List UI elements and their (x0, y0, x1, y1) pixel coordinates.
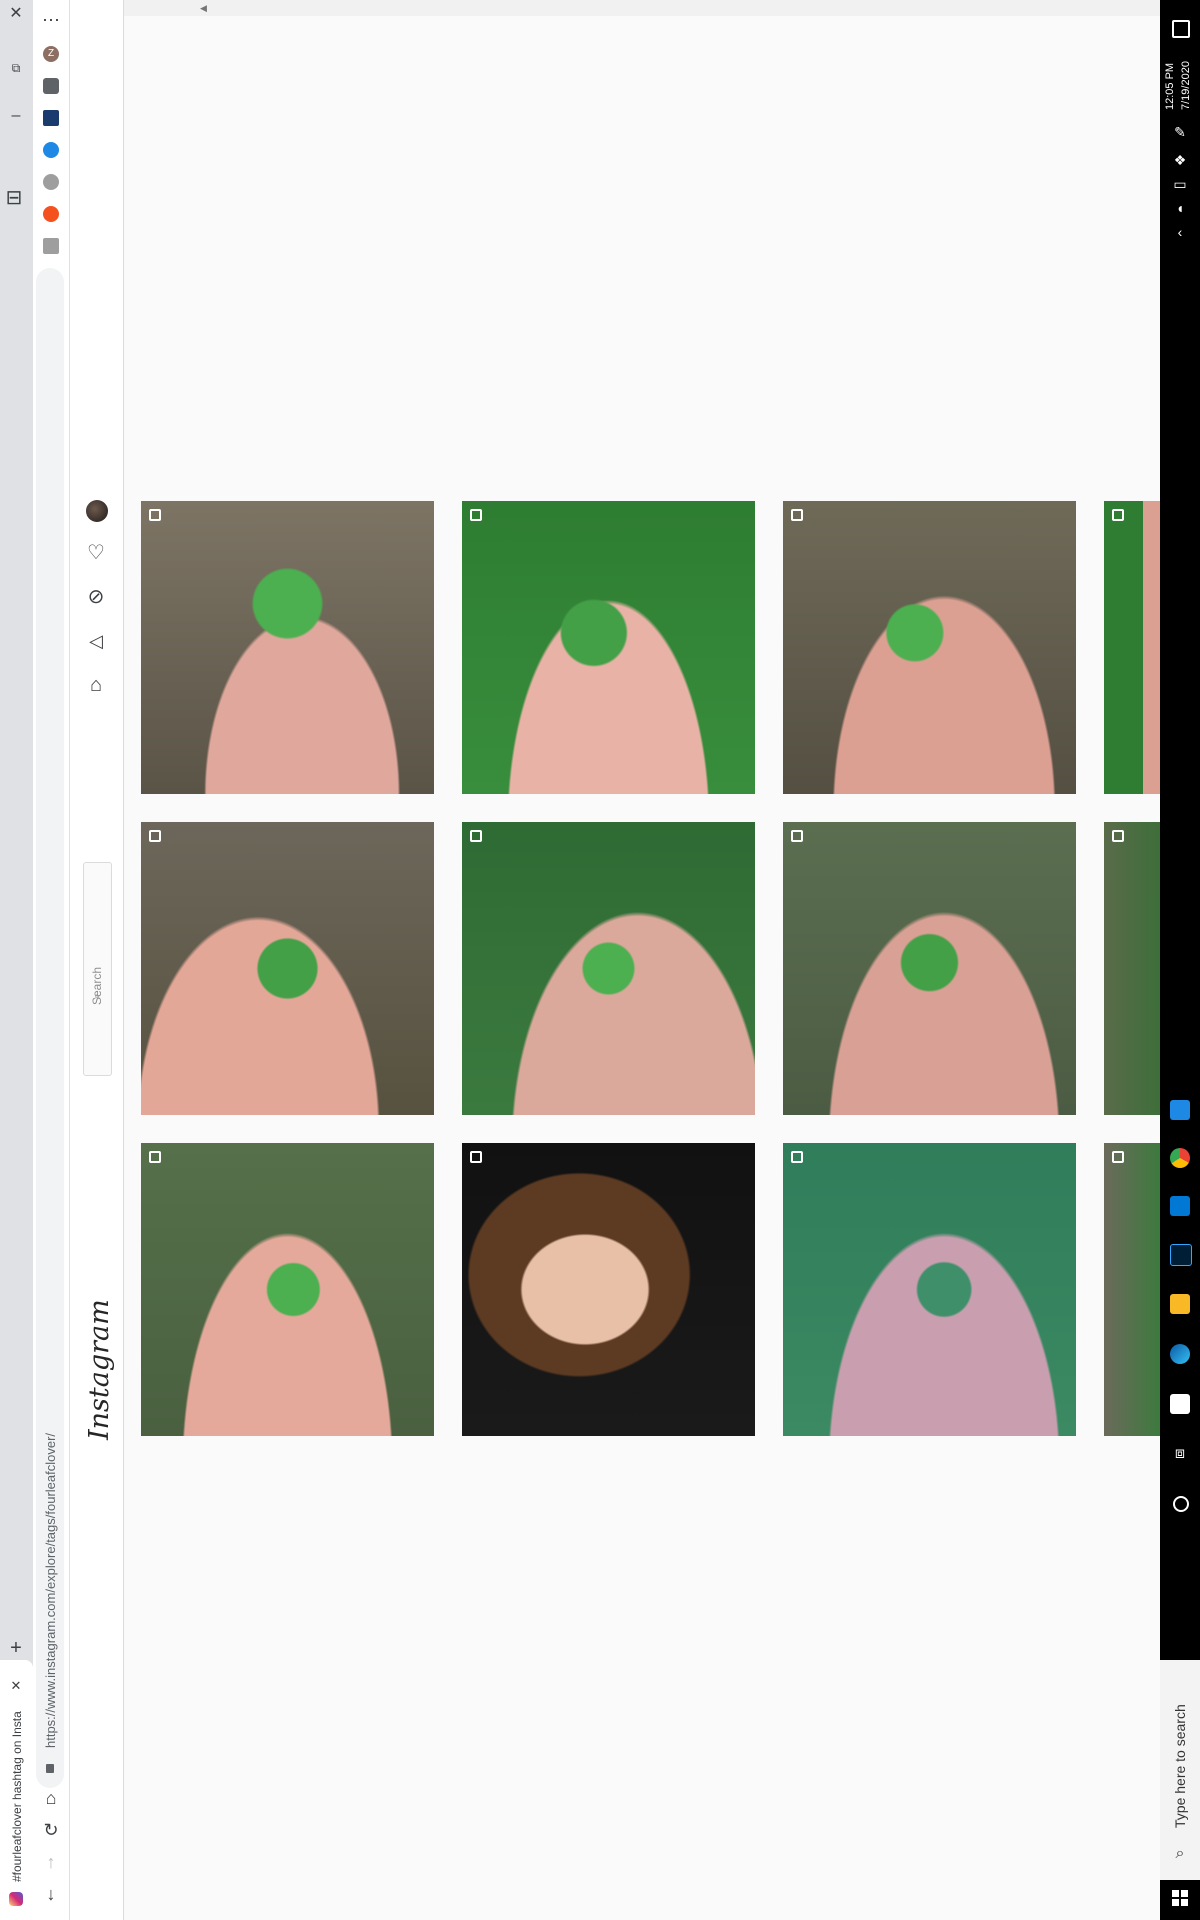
task-view-icon[interactable]: ⧈ (1170, 1446, 1190, 1462)
multiple-posts-icon (1112, 830, 1124, 842)
instagram-logo[interactable]: Instagram (84, 1299, 115, 1440)
clock-time[interactable]: 12:05 PM (1164, 63, 1176, 110)
chrome-icon[interactable] (1170, 1148, 1190, 1168)
extension-grey-circle-icon[interactable] (43, 174, 59, 190)
windows-taskbar: 12:05 PM 7/19/2020 ✎ ❖ ▭ ◖ ‹ ⧈ Type here… (1160, 0, 1200, 1920)
search-icon: ⌕ (1175, 1845, 1185, 1862)
multiple-posts-icon (149, 1151, 161, 1163)
home-icon[interactable]: ⌂ (41, 1789, 61, 1807)
taskbar-search-box[interactable]: Type here to search ⌕ (1160, 1660, 1200, 1880)
post-thumbnail[interactable] (141, 822, 434, 1115)
store-icon[interactable] (1170, 1394, 1190, 1414)
direct-icon[interactable]: ◁ (86, 632, 106, 650)
post-thumbnail[interactable] (1104, 1143, 1160, 1436)
scroll-left-arrow-icon[interactable]: ◀ (200, 3, 207, 14)
back-icon[interactable]: ↓ (41, 1885, 61, 1903)
multiple-posts-icon (791, 1151, 803, 1163)
extension-chart-icon[interactable] (43, 110, 59, 126)
post-thumbnail[interactable] (783, 822, 1076, 1115)
activity-heart-icon[interactable]: ♡ (86, 543, 106, 563)
restore-window-icon[interactable]: ⧉ (6, 60, 26, 76)
profile-avatar[interactable] (86, 500, 108, 522)
search-icon: ⌕ (94, 991, 100, 1002)
post-thumbnail[interactable] (1104, 501, 1160, 794)
address-bar[interactable]: https://www.instagram.com/explore/tags/f… (36, 268, 64, 1788)
language-icon[interactable]: ✎ (1170, 124, 1190, 140)
photoshop-icon[interactable] (1170, 1244, 1192, 1266)
multiple-posts-icon (149, 830, 161, 842)
multiple-posts-icon (470, 509, 482, 521)
outlook-icon[interactable] (1170, 1196, 1190, 1216)
horizontal-scrollbar[interactable]: ◀ (124, 0, 1160, 16)
volume-icon[interactable]: ◖ (1170, 200, 1190, 216)
posts-grid (0, 0, 1160, 1920)
multiple-posts-icon (470, 830, 482, 842)
profile-avatar[interactable]: Z (43, 46, 59, 62)
post-thumbnail[interactable] (462, 501, 755, 794)
multiple-posts-icon (149, 509, 161, 521)
active-tab[interactable]: ✕ #fourleafclover hashtag on Insta (0, 1660, 33, 1920)
instagram-nav-bar: ♡ ⊘ ◁ ⌂ Search ⌕ Instagram (70, 0, 124, 1920)
multiple-posts-icon (470, 1151, 482, 1163)
multiple-posts-icon (791, 509, 803, 521)
extension-orange-icon[interactable] (43, 206, 59, 222)
action-center-icon[interactable] (1172, 20, 1190, 38)
show-hidden-icons-icon[interactable]: ‹ (1170, 224, 1190, 240)
home-icon[interactable]: ⌂ (86, 675, 106, 695)
post-thumbnail[interactable] (141, 501, 434, 794)
explore-icon[interactable]: ⊘ (86, 587, 106, 607)
file-explorer-icon[interactable] (1170, 1294, 1190, 1314)
post-thumbnail[interactable] (1104, 822, 1160, 1115)
url-text[interactable]: https://www.instagram.com/explore/tags/f… (43, 1433, 58, 1748)
more-menu-icon[interactable]: ⋯ (41, 11, 61, 29)
lock-icon[interactable] (46, 1764, 54, 1773)
reload-icon[interactable]: ↻ (41, 1821, 61, 1839)
instagram-favicon-icon (9, 1892, 23, 1906)
post-thumbnail[interactable] (462, 822, 755, 1115)
new-tab-icon[interactable]: + (6, 1638, 26, 1658)
browser-toolbar: ⋯ Z https://www.instagram.com/explore/ta… (33, 0, 70, 1920)
clock-date[interactable]: 7/19/2020 (1180, 61, 1192, 110)
extension-g-icon[interactable] (43, 238, 59, 254)
post-thumbnail[interactable] (783, 1143, 1076, 1436)
post-thumbnail[interactable] (783, 501, 1076, 794)
multiple-posts-icon (791, 830, 803, 842)
search-input[interactable]: Search ⌕ (83, 862, 112, 1076)
forward-icon[interactable]: ↑ (41, 1853, 61, 1871)
taskbar-search-placeholder: Type here to search (1172, 1704, 1188, 1828)
extension-blue-icon[interactable] (43, 142, 59, 158)
cortana-icon[interactable] (1173, 1496, 1189, 1512)
dropbox-icon[interactable]: ❖ (1170, 152, 1190, 168)
extensions-puzzle-icon[interactable] (43, 78, 59, 94)
windows-start-icon[interactable] (1172, 1890, 1188, 1906)
tab-search-icon[interactable]: ⊟ (4, 188, 24, 208)
multiple-posts-icon (1112, 509, 1124, 521)
post-thumbnail[interactable] (462, 1143, 755, 1436)
tab-title: #fourleafclover hashtag on Insta (10, 1711, 24, 1882)
close-window-icon[interactable]: ✕ (6, 6, 26, 22)
edge-icon[interactable] (1170, 1344, 1190, 1364)
network-icon[interactable]: ▭ (1170, 176, 1190, 192)
multiple-posts-icon (1112, 1151, 1124, 1163)
taskbar-app-icon[interactable] (1170, 1100, 1190, 1120)
post-thumbnail[interactable] (141, 1143, 434, 1436)
browser-tab-strip: ✕ ⧉ – ⊟ + ✕ #fourleafclover hashtag on I… (0, 0, 33, 1920)
minimize-window-icon[interactable]: – (6, 108, 26, 124)
